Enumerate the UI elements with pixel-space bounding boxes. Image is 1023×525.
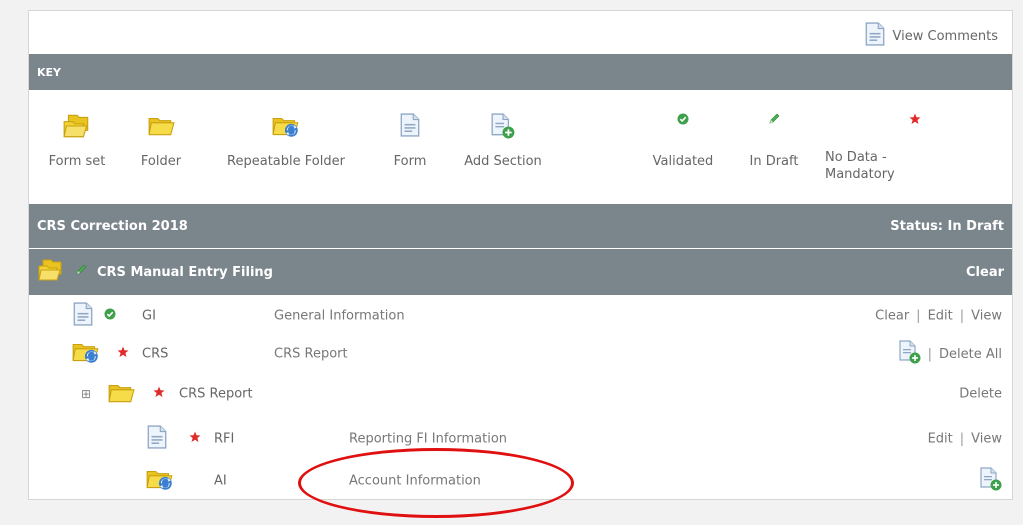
add-section-icon <box>491 113 515 143</box>
key-label: In Draft <box>749 154 799 169</box>
row-code: RFI <box>214 431 235 447</box>
form-icon <box>147 425 167 453</box>
repeatable-folder-icon <box>71 339 101 369</box>
key-legend: Form set Folder Repeatable Folder Form A… <box>29 91 1012 203</box>
repeatable-folder-icon <box>271 113 301 143</box>
key-header: KEY <box>29 54 1012 90</box>
view-link[interactable]: View <box>971 309 1002 324</box>
key-item-form-set: Form set <box>29 91 125 203</box>
tree-row-gi: GI General Information Clear | Edit | Vi… <box>29 296 1012 336</box>
folder-name: CRS Report <box>179 386 253 402</box>
key-label: Form <box>393 154 427 169</box>
delete-all-link[interactable]: Delete All <box>939 347 1002 362</box>
repeatable-folder-icon <box>145 466 175 496</box>
in-draft-icon <box>75 264 87 280</box>
row-code: CRS <box>142 346 169 362</box>
key-title: KEY <box>37 65 62 79</box>
row-description-link[interactable]: CRS Report <box>274 347 348 362</box>
key-item-form: Form <box>375 91 445 203</box>
key-label: Repeatable Folder <box>227 154 345 169</box>
no-data-mandatory-icon <box>189 431 201 447</box>
tree-row-crs: CRS CRS Report | Delete All <box>29 334 1012 374</box>
row-code: GI <box>142 308 156 324</box>
filing-status: Status: In Draft <box>890 218 1004 234</box>
key-item-validated: Validated <box>635 91 731 203</box>
delete-link[interactable]: Delete <box>959 387 1002 402</box>
separator: | <box>927 346 933 362</box>
filing-header: CRS Correction 2018 Status: In Draft <box>29 204 1012 248</box>
row-actions <box>980 467 1002 495</box>
form-set-icon <box>62 113 92 143</box>
highlight-ellipse <box>298 448 574 518</box>
view-comments-label: View Comments <box>892 28 998 44</box>
row-actions: | Delete All <box>899 340 1002 368</box>
folder-icon <box>107 380 135 408</box>
filing-title: CRS Correction 2018 <box>37 218 188 234</box>
form-icon <box>400 113 420 141</box>
row-description-link[interactable]: Reporting FI Information <box>349 432 507 447</box>
tree-row-crs-report: ⊞ CRS Report Delete <box>29 374 1012 414</box>
filing-panel: View Comments KEY Form set Folder Repeat… <box>28 10 1013 500</box>
no-data-mandatory-icon <box>153 386 165 402</box>
separator: | <box>916 308 921 324</box>
key-item-no-data-mandatory: No Data - Mandatory <box>825 91 965 203</box>
row-actions: Delete <box>959 387 1002 402</box>
comments-form-icon <box>865 22 885 50</box>
key-label: Validated <box>652 154 714 169</box>
row-code: AI <box>214 473 227 489</box>
row-actions: Clear | Edit | View <box>875 309 1002 324</box>
form-set-title-group: CRS Manual Entry Filing <box>37 258 273 286</box>
key-label: Form set <box>48 154 106 169</box>
add-section-icon[interactable] <box>899 340 921 368</box>
folder-icon <box>147 113 175 141</box>
key-label: Folder <box>140 154 182 169</box>
edit-link[interactable]: Edit <box>928 309 953 324</box>
no-data-mandatory-icon <box>117 346 129 362</box>
tree-row-rfi: RFI Reporting FI Information Edit | View <box>29 419 1012 459</box>
form-icon <box>73 302 93 330</box>
view-comments-link[interactable]: View Comments <box>865 23 998 49</box>
key-item-folder: Folder <box>125 91 197 203</box>
key-label: No Data - Mandatory <box>825 150 895 182</box>
in-draft-icon <box>768 113 780 129</box>
clear-filing-link[interactable]: Clear <box>966 265 1004 280</box>
validated-icon <box>104 308 116 324</box>
form-set-header: CRS Manual Entry Filing Clear <box>29 249 1012 295</box>
row-actions: Edit | View <box>928 432 1002 447</box>
key-item-repeatable-folder: Repeatable Folder <box>201 91 371 203</box>
view-link[interactable]: View <box>971 432 1002 447</box>
separator: | <box>959 308 965 324</box>
separator: | <box>959 431 965 447</box>
clear-link[interactable]: Clear <box>875 309 909 324</box>
row-description-link[interactable]: General Information <box>274 309 405 324</box>
form-set-icon <box>37 258 65 286</box>
key-item-add-section: Add Section <box>445 91 561 203</box>
key-label: Add Section <box>464 154 542 169</box>
add-section-icon[interactable] <box>980 467 1002 495</box>
expand-collapse-icon[interactable]: ⊞ <box>81 387 91 401</box>
edit-link[interactable]: Edit <box>928 432 953 447</box>
form-set-title: CRS Manual Entry Filing <box>97 264 273 280</box>
key-item-in-draft: In Draft <box>737 91 811 203</box>
validated-icon <box>677 113 689 129</box>
no-data-mandatory-icon <box>909 113 921 129</box>
